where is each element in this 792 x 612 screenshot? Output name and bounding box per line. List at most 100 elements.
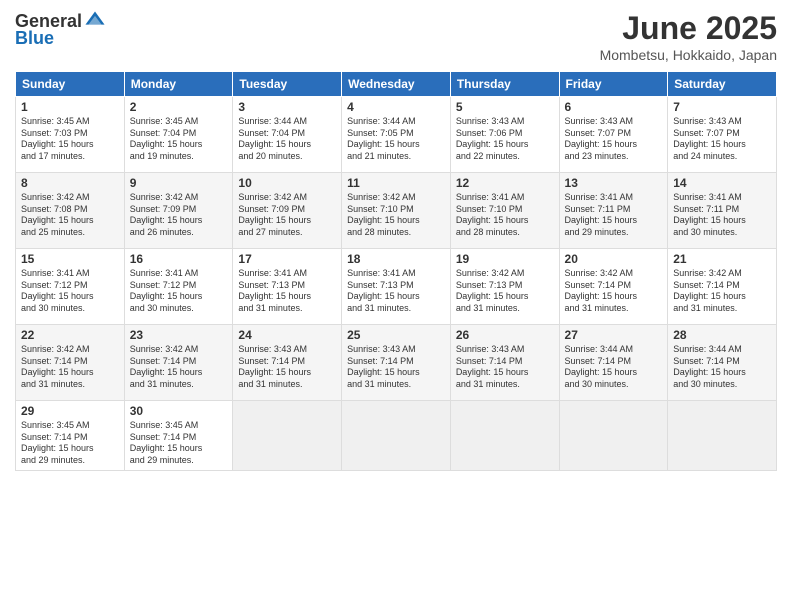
- calendar-cell: 18 Sunrise: 3:41 AM Sunset: 7:13 PM Dayli…: [342, 249, 451, 325]
- day-number: 11: [347, 176, 445, 190]
- calendar-cell: 7Sunrise: 3:43 AM Sunset: 7:07 PM Daylig…: [668, 97, 777, 173]
- day-number: 17: [238, 252, 336, 266]
- day-number: 20: [565, 252, 663, 266]
- day-info: Sunrise: 3:42 AM Sunset: 7:09 PM Dayligh…: [238, 192, 336, 239]
- day-number: 18: [347, 252, 445, 266]
- day-number: 24: [238, 328, 336, 342]
- day-number: 4: [347, 100, 445, 114]
- calendar-table: SundayMondayTuesdayWednesdayThursdayFrid…: [15, 71, 777, 471]
- calendar-cell: 25 Sunrise: 3:43 AM Sunset: 7:14 PM Dayli…: [342, 325, 451, 401]
- day-info: Sunrise: 3:44 AM Sunset: 7:04 PM Dayligh…: [238, 116, 336, 163]
- day-info: Sunrise: 3:43 AM Sunset: 7:14 PM Dayligh…: [456, 344, 554, 391]
- day-number: 27: [565, 328, 663, 342]
- day-info: Sunrise: 3:41 AM Sunset: 7:13 PM Dayligh…: [347, 268, 445, 315]
- calendar-cell: 27 Sunrise: 3:44 AM Sunset: 7:14 PM Dayli…: [559, 325, 668, 401]
- calendar-cell: 22 Sunrise: 3:42 AM Sunset: 7:14 PM Dayli…: [16, 325, 125, 401]
- calendar-cell: 30 Sunrise: 3:45 AM Sunset: 7:14 PM Dayli…: [124, 401, 233, 471]
- calendar-header-friday: Friday: [559, 72, 668, 97]
- day-info: Sunrise: 3:44 AM Sunset: 7:14 PM Dayligh…: [565, 344, 663, 391]
- day-number: 13: [565, 176, 663, 190]
- calendar-cell: 28Sunrise: 3:44 AM Sunset: 7:14 PM Dayli…: [668, 325, 777, 401]
- day-info: Sunrise: 3:41 AM Sunset: 7:11 PM Dayligh…: [565, 192, 663, 239]
- calendar-cell: 4Sunrise: 3:44 AM Sunset: 7:05 PM Daylig…: [342, 97, 451, 173]
- day-number: 14: [673, 176, 771, 190]
- day-number: 19: [456, 252, 554, 266]
- calendar-cell: 17 Sunrise: 3:41 AM Sunset: 7:13 PM Dayli…: [233, 249, 342, 325]
- calendar-header-monday: Monday: [124, 72, 233, 97]
- title-month: June 2025: [600, 10, 777, 47]
- calendar-week-row: 29 Sunrise: 3:45 AM Sunset: 7:14 PM Dayli…: [16, 401, 777, 471]
- calendar-body: 1Sunrise: 3:45 AM Sunset: 7:03 PM Daylig…: [16, 97, 777, 471]
- calendar-cell: 12 Sunrise: 3:41 AM Sunset: 7:10 PM Dayli…: [450, 173, 559, 249]
- day-info: Sunrise: 3:41 AM Sunset: 7:12 PM Dayligh…: [130, 268, 228, 315]
- day-info: Sunrise: 3:42 AM Sunset: 7:14 PM Dayligh…: [21, 344, 119, 391]
- day-info: Sunrise: 3:41 AM Sunset: 7:11 PM Dayligh…: [673, 192, 771, 239]
- calendar-cell: 11Sunrise: 3:42 AM Sunset: 7:10 PM Dayli…: [342, 173, 451, 249]
- day-number: 3: [238, 100, 336, 114]
- calendar-cell: 20 Sunrise: 3:42 AM Sunset: 7:14 PM Dayli…: [559, 249, 668, 325]
- page: General Blue June 2025 Mombetsu, Hokkaid…: [0, 0, 792, 612]
- calendar-cell: 5Sunrise: 3:43 AM Sunset: 7:06 PM Daylig…: [450, 97, 559, 173]
- calendar-header-row: SundayMondayTuesdayWednesdayThursdayFrid…: [16, 72, 777, 97]
- day-number: 29: [21, 404, 119, 418]
- calendar-cell: [342, 401, 451, 471]
- day-number: 30: [130, 404, 228, 418]
- calendar-cell: 26 Sunrise: 3:43 AM Sunset: 7:14 PM Dayli…: [450, 325, 559, 401]
- calendar-cell: 21Sunrise: 3:42 AM Sunset: 7:14 PM Dayli…: [668, 249, 777, 325]
- day-info: Sunrise: 3:45 AM Sunset: 7:04 PM Dayligh…: [130, 116, 228, 163]
- calendar-header-sunday: Sunday: [16, 72, 125, 97]
- calendar-header-tuesday: Tuesday: [233, 72, 342, 97]
- header: General Blue June 2025 Mombetsu, Hokkaid…: [15, 10, 777, 63]
- day-number: 25: [347, 328, 445, 342]
- calendar-cell: [233, 401, 342, 471]
- day-number: 16: [130, 252, 228, 266]
- day-number: 1: [21, 100, 119, 114]
- day-number: 21: [673, 252, 771, 266]
- day-info: Sunrise: 3:42 AM Sunset: 7:14 PM Dayligh…: [130, 344, 228, 391]
- calendar-cell: 10 Sunrise: 3:42 AM Sunset: 7:09 PM Dayli…: [233, 173, 342, 249]
- day-number: 7: [673, 100, 771, 114]
- calendar-cell: [559, 401, 668, 471]
- calendar-cell: [450, 401, 559, 471]
- day-number: 12: [456, 176, 554, 190]
- calendar-cell: 13 Sunrise: 3:41 AM Sunset: 7:11 PM Dayli…: [559, 173, 668, 249]
- day-info: Sunrise: 3:43 AM Sunset: 7:14 PM Dayligh…: [238, 344, 336, 391]
- day-info: Sunrise: 3:43 AM Sunset: 7:14 PM Dayligh…: [347, 344, 445, 391]
- day-info: Sunrise: 3:41 AM Sunset: 7:12 PM Dayligh…: [21, 268, 119, 315]
- calendar-cell: 24 Sunrise: 3:43 AM Sunset: 7:14 PM Dayli…: [233, 325, 342, 401]
- day-number: 26: [456, 328, 554, 342]
- calendar-week-row: 8Sunrise: 3:42 AM Sunset: 7:08 PM Daylig…: [16, 173, 777, 249]
- calendar-header-saturday: Saturday: [668, 72, 777, 97]
- day-number: 2: [130, 100, 228, 114]
- title-block: June 2025 Mombetsu, Hokkaido, Japan: [600, 10, 777, 63]
- calendar-cell: 19 Sunrise: 3:42 AM Sunset: 7:13 PM Dayli…: [450, 249, 559, 325]
- calendar-cell: 14 Sunrise: 3:41 AM Sunset: 7:11 PM Dayli…: [668, 173, 777, 249]
- calendar-cell: 2 Sunrise: 3:45 AM Sunset: 7:04 PM Daylig…: [124, 97, 233, 173]
- day-info: Sunrise: 3:43 AM Sunset: 7:06 PM Dayligh…: [456, 116, 554, 163]
- day-info: Sunrise: 3:43 AM Sunset: 7:07 PM Dayligh…: [565, 116, 663, 163]
- calendar-header-thursday: Thursday: [450, 72, 559, 97]
- calendar-cell: 23 Sunrise: 3:42 AM Sunset: 7:14 PM Dayli…: [124, 325, 233, 401]
- day-info: Sunrise: 3:42 AM Sunset: 7:14 PM Dayligh…: [565, 268, 663, 315]
- day-info: Sunrise: 3:45 AM Sunset: 7:14 PM Dayligh…: [130, 420, 228, 467]
- logo-blue: Blue: [15, 28, 54, 49]
- day-info: Sunrise: 3:42 AM Sunset: 7:09 PM Dayligh…: [130, 192, 228, 239]
- day-info: Sunrise: 3:41 AM Sunset: 7:10 PM Dayligh…: [456, 192, 554, 239]
- calendar-cell: 9 Sunrise: 3:42 AM Sunset: 7:09 PM Daylig…: [124, 173, 233, 249]
- day-number: 22: [21, 328, 119, 342]
- calendar-cell: 6 Sunrise: 3:43 AM Sunset: 7:07 PM Daylig…: [559, 97, 668, 173]
- day-info: Sunrise: 3:42 AM Sunset: 7:13 PM Dayligh…: [456, 268, 554, 315]
- day-number: 23: [130, 328, 228, 342]
- calendar-cell: 3 Sunrise: 3:44 AM Sunset: 7:04 PM Daylig…: [233, 97, 342, 173]
- day-number: 28: [673, 328, 771, 342]
- calendar-week-row: 1Sunrise: 3:45 AM Sunset: 7:03 PM Daylig…: [16, 97, 777, 173]
- calendar-header-wednesday: Wednesday: [342, 72, 451, 97]
- day-number: 8: [21, 176, 119, 190]
- calendar-cell: [668, 401, 777, 471]
- day-number: 6: [565, 100, 663, 114]
- day-number: 10: [238, 176, 336, 190]
- day-number: 9: [130, 176, 228, 190]
- logo: General Blue: [15, 10, 106, 49]
- calendar-cell: 16 Sunrise: 3:41 AM Sunset: 7:12 PM Dayli…: [124, 249, 233, 325]
- day-info: Sunrise: 3:41 AM Sunset: 7:13 PM Dayligh…: [238, 268, 336, 315]
